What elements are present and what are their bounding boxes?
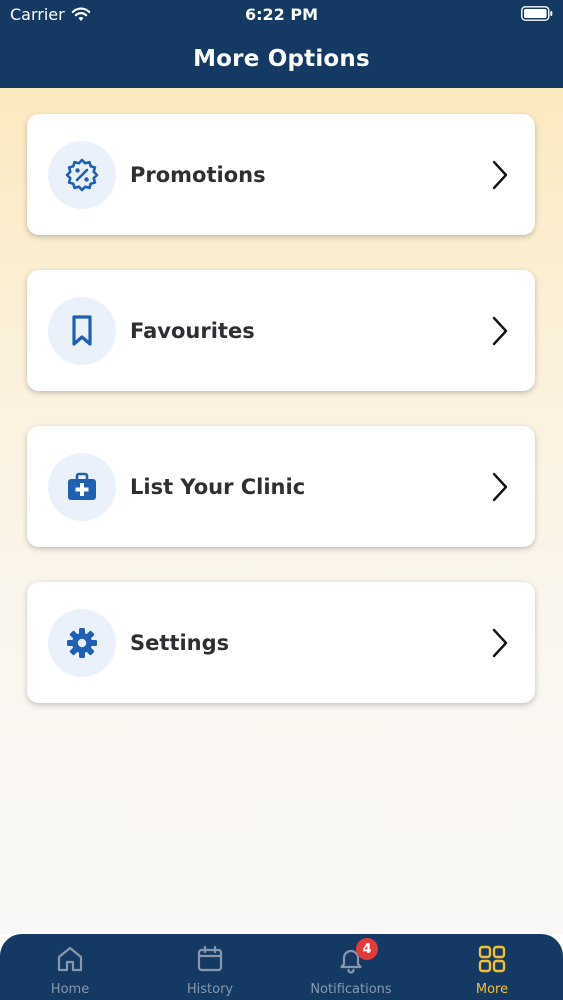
page-title: More Options [193,46,370,72]
tab-more[interactable]: More [442,934,542,1000]
tab-label: Home [50,982,90,997]
chevron-right-icon [492,472,508,502]
menu-list: Promotions Favourites List Your Clinic S… [0,88,563,934]
notification-badge: 4 [356,938,378,960]
chevron-right-icon [492,316,508,346]
calendar-icon [197,945,223,972]
grid-icon [478,945,506,973]
app-header: More Options [0,30,563,88]
settings-button[interactable]: Settings [27,582,535,703]
status-bar: Carrier 6:22 PM [0,0,563,30]
icon-circle [48,608,116,677]
bottom-tab-bar: Home History 4 Notifications More [0,934,563,1000]
promotions-button[interactable]: Promotions [27,114,535,235]
menu-item-label: List Your Clinic [130,474,306,499]
icon-circle [48,452,116,521]
home-icon [57,946,83,972]
icon-circle [48,296,116,365]
gear-icon [67,627,97,658]
tab-notifications[interactable]: 4 Notifications [301,934,401,1000]
tab-history[interactable]: History [160,934,260,1000]
bell-icon-wrapper: 4 [336,938,378,974]
discount-badge-icon [65,158,99,191]
chevron-right-icon [492,628,508,658]
menu-item-label: Settings [130,630,230,655]
medical-kit-icon [68,472,96,500]
status-time: 6:22 PM [244,5,318,24]
tab-label: History [186,982,234,997]
chevron-right-icon [492,160,508,190]
menu-item-label: Promotions [130,162,266,187]
tab-label: More [475,982,509,997]
icon-circle [48,140,116,209]
tab-home[interactable]: Home [20,934,120,1000]
battery-icon [521,6,553,21]
list-your-clinic-button[interactable]: List Your Clinic [27,426,535,547]
bookmark-icon [72,314,92,346]
menu-item-label: Favourites [130,318,255,343]
favourites-button[interactable]: Favourites [27,270,535,391]
tab-label: Notifications [310,982,392,997]
